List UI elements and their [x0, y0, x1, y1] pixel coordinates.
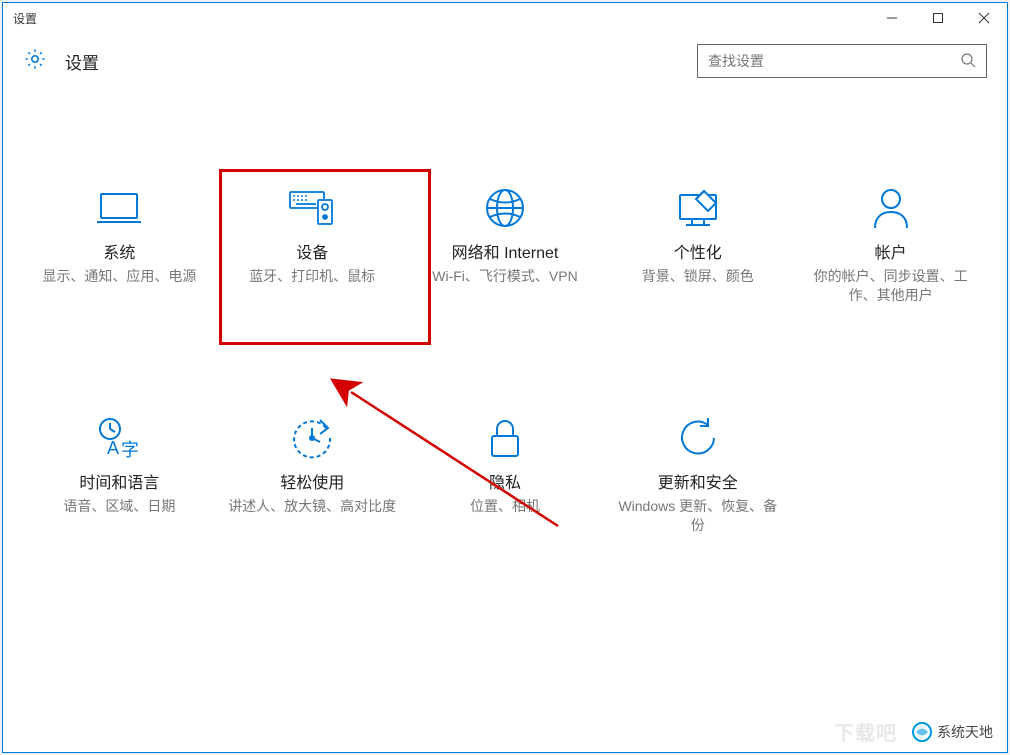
minimize-icon — [886, 12, 898, 24]
settings-grid: 系统 显示、通知、应用、电源 — [3, 179, 1007, 539]
personalization-icon — [674, 183, 722, 233]
tile-title: 设备 — [296, 239, 328, 263]
header: 设置 — [3, 33, 1007, 89]
tile-desc: 背景、锁屏、颜色 — [642, 267, 754, 286]
window-controls — [869, 3, 1007, 33]
tile-desc: 你的帐户、同步设置、工作、其他用户 — [806, 267, 976, 305]
devices-icon — [286, 183, 338, 233]
search-icon — [960, 52, 976, 71]
maximize-icon — [932, 12, 944, 24]
tile-desc: 蓝牙、打印机、鼠标 — [249, 267, 375, 286]
lock-icon — [487, 413, 523, 463]
search-input[interactable] — [708, 53, 960, 69]
tile-privacy[interactable]: 隐私 位置、相机 — [409, 409, 602, 539]
tile-desc: Wi-Fi、飞行模式、VPN — [432, 267, 577, 286]
watermark-label: 系统天地 — [937, 722, 993, 742]
tile-desc: 显示、通知、应用、电源 — [42, 267, 196, 286]
tile-desc: Windows 更新、恢复、备份 — [613, 497, 783, 535]
tile-desc: 讲述人、放大镜、高对比度 — [228, 497, 396, 516]
watermark: 系统天地 — [903, 718, 1001, 746]
titlebar: 设置 — [3, 3, 1007, 33]
tile-accounts[interactable]: 帐户 你的帐户、同步设置、工作、其他用户 — [794, 179, 987, 309]
window-title: 设置 — [13, 10, 37, 27]
watermark-icon — [911, 721, 933, 743]
tile-time-language[interactable]: A 字 时间和语言 语音、区域、日期 — [23, 409, 216, 539]
time-language-icon: A 字 — [95, 413, 143, 463]
tile-update-security[interactable]: 更新和安全 Windows 更新、恢复、备份 — [601, 409, 794, 539]
tile-desc: 语音、区域、日期 — [63, 497, 175, 516]
svg-text:字: 字 — [121, 440, 139, 460]
tile-title: 更新和安全 — [658, 469, 738, 493]
tile-title: 轻松使用 — [280, 469, 344, 493]
search-box[interactable] — [697, 44, 987, 78]
globe-icon — [483, 183, 527, 233]
maximize-button[interactable] — [915, 3, 961, 33]
ease-of-access-icon — [290, 413, 334, 463]
svg-text:A: A — [107, 438, 119, 458]
tile-personalization[interactable]: 个性化 背景、锁屏、颜色 — [601, 179, 794, 309]
update-icon — [676, 413, 720, 463]
close-button[interactable] — [961, 3, 1007, 33]
tile-ease-of-access[interactable]: 轻松使用 讲述人、放大镜、高对比度 — [216, 409, 409, 539]
close-icon — [978, 12, 990, 24]
tile-desc: 位置、相机 — [470, 497, 540, 516]
tile-network[interactable]: 网络和 Internet Wi-Fi、飞行模式、VPN — [409, 179, 602, 309]
tile-title: 帐户 — [875, 239, 907, 263]
tile-title: 系统 — [103, 239, 135, 263]
watermark-faint: 下载吧 — [834, 717, 897, 746]
gear-icon — [23, 47, 47, 76]
accounts-icon — [871, 183, 911, 233]
settings-window: 设置 设置 — [2, 2, 1008, 753]
system-icon — [95, 183, 143, 233]
app-title: 设置 — [65, 49, 99, 74]
tile-system[interactable]: 系统 显示、通知、应用、电源 — [23, 179, 216, 309]
tile-title: 个性化 — [674, 239, 722, 263]
tile-devices[interactable]: 设备 蓝牙、打印机、鼠标 — [216, 179, 409, 309]
tile-title: 网络和 Internet — [452, 239, 559, 263]
tile-title: 时间和语言 — [79, 469, 159, 493]
tile-title: 隐私 — [489, 469, 521, 493]
minimize-button[interactable] — [869, 3, 915, 33]
